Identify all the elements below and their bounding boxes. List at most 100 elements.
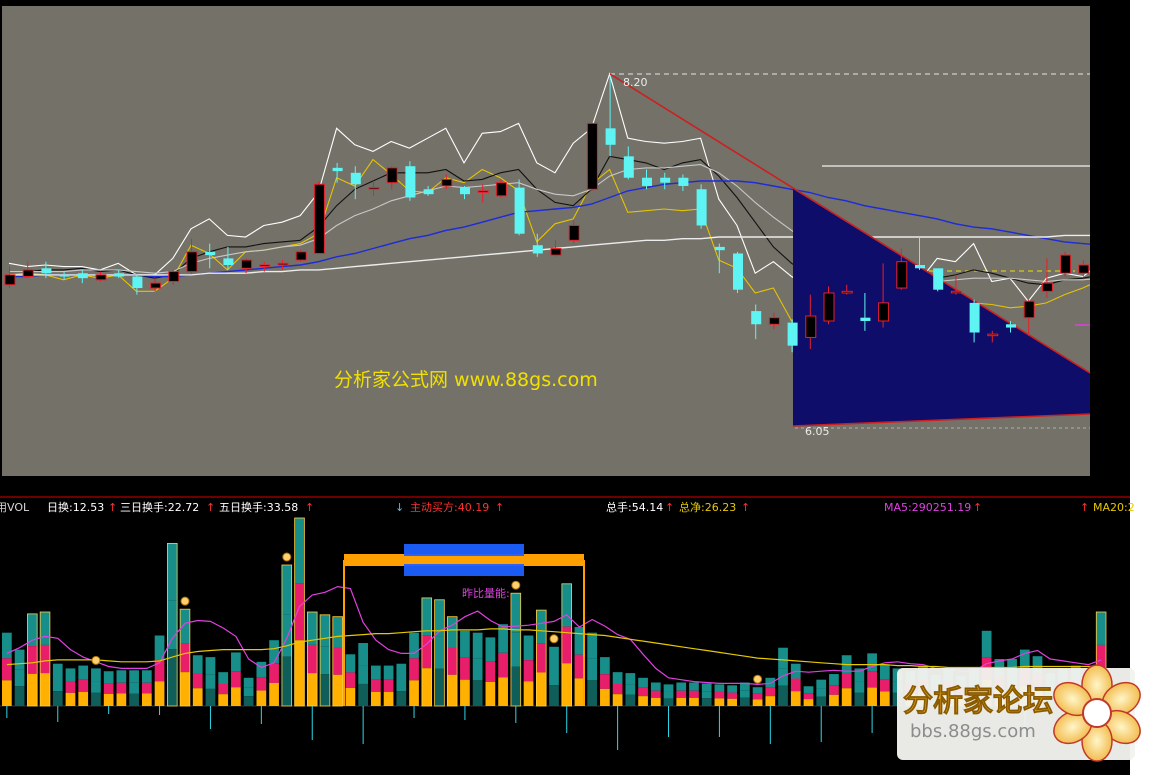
- volume-bar-segment: [91, 668, 101, 682]
- volume-bar-segment: [549, 685, 559, 706]
- hand-marker-icon: [180, 596, 190, 606]
- svg-text:↑: ↑: [1080, 501, 1089, 514]
- volume-bar: [421, 597, 433, 707]
- volume-bar: [778, 647, 788, 706]
- volume-bar-segment: [676, 697, 687, 706]
- volume-bar-segment: [600, 674, 610, 689]
- candle: [405, 161, 416, 201]
- volume-bar-segment: [345, 672, 356, 688]
- candle-body: [751, 311, 762, 325]
- volume-bar-segment: [116, 670, 127, 683]
- volume-bar: [383, 665, 394, 706]
- candle-body: [460, 187, 470, 195]
- volume-bar: [294, 517, 305, 707]
- volume-bar-segment: [778, 668, 788, 686]
- volume-bar-segment: [320, 646, 330, 675]
- volume-bar-segment: [129, 670, 139, 683]
- volume-bar-segment: [409, 658, 419, 681]
- volume-bar: [141, 670, 152, 706]
- volume-bar-segment: [740, 697, 750, 706]
- candle-body: [41, 268, 52, 274]
- volume-bar-segment: [650, 690, 661, 698]
- volume-bar-segment: [765, 696, 776, 706]
- candle-body: [168, 271, 180, 282]
- volume-bar-segment: [256, 677, 267, 691]
- volume-bar: [498, 624, 508, 706]
- volume-bar-segment: [879, 664, 890, 680]
- volume-bar-segment: [867, 687, 877, 706]
- volume-bar-segment: [790, 678, 801, 692]
- volume-bar-segment: [803, 693, 814, 700]
- volume-bar-segment: [854, 692, 865, 706]
- volume-bar-segment: [879, 679, 890, 692]
- volume-bar-segment: [294, 640, 305, 706]
- volume-bar-segment: [625, 673, 636, 685]
- candle-body: [514, 187, 525, 234]
- volume-bar-segment: [625, 684, 636, 695]
- volume-bar-segment: [829, 694, 839, 706]
- volume-bar-segment: [78, 691, 89, 706]
- volume-bar-segment: [701, 691, 712, 699]
- candle-body: [386, 167, 398, 184]
- candle-body: [350, 172, 361, 185]
- volume-bar: [549, 646, 559, 706]
- candle-body: [223, 258, 234, 265]
- volume-bar-segment: [358, 665, 368, 684]
- volume-bar: [727, 685, 737, 706]
- candle-body: [1060, 254, 1072, 274]
- volume-bar: [485, 637, 496, 706]
- volume-bar-segment: [867, 671, 877, 688]
- candle-body: [277, 262, 289, 266]
- svg-text:↑: ↑: [305, 501, 314, 514]
- volume-bar-segment: [205, 674, 216, 689]
- volume-bar-segment: [14, 669, 25, 687]
- volume-bar: [65, 668, 76, 706]
- volume-bar-segment: [638, 677, 648, 688]
- volume-bar-segment: [409, 632, 419, 659]
- volume-bar: [536, 609, 547, 707]
- volume-bar-segment: [625, 694, 636, 706]
- volume-bar-segment: [307, 644, 318, 674]
- volume-bar: [574, 627, 585, 706]
- legend-ma5: MA5:290251.19: [884, 501, 971, 514]
- hand-marker-icon: [549, 634, 559, 644]
- volume-bar-segment: [269, 640, 279, 664]
- volume-bar: [129, 670, 139, 706]
- candle-body: [623, 156, 634, 178]
- volume-bar: [39, 611, 51, 707]
- volume-bar-segment: [701, 698, 712, 706]
- volume-bar: [510, 592, 522, 723]
- volume-bar-segment: [829, 685, 839, 695]
- candle-body: [550, 248, 562, 256]
- candle-body: [186, 251, 198, 273]
- volume-bar-segment: [103, 683, 114, 694]
- volume-bar-segment: [612, 684, 623, 695]
- volume-bar-segment: [231, 687, 241, 706]
- volume-bar: [116, 670, 127, 706]
- volume-bar-segment: [561, 663, 572, 706]
- candle-body: [150, 282, 162, 289]
- volume-bar-segment: [78, 679, 89, 692]
- volume-bar-segment: [116, 682, 127, 694]
- volume-bar-segment: [40, 644, 50, 674]
- volume-bar-segment: [510, 666, 521, 706]
- volume-bar: [472, 632, 483, 706]
- volume-bar-segment: [829, 674, 839, 686]
- candle-body: [1023, 300, 1035, 319]
- volume-bar-segment: [256, 661, 267, 678]
- low-price-label: 6.05: [805, 425, 830, 438]
- volume-bar-segment: [689, 690, 699, 698]
- legend-day-turnover: 日换:12.53: [47, 500, 104, 514]
- candle-body: [59, 274, 70, 277]
- volume-bar-segment: [612, 672, 623, 685]
- candle: [295, 250, 307, 262]
- volume-bar-segment: [447, 616, 458, 648]
- volume-bar-segment: [383, 691, 394, 706]
- candle-body: [841, 290, 853, 294]
- volume-bar-segment: [180, 643, 190, 673]
- volume-bar-segment: [281, 656, 292, 706]
- volume-bar-segment: [320, 674, 330, 706]
- volume-bar-segment: [612, 694, 623, 706]
- volume-bar-segment: [879, 691, 890, 706]
- volume-bar-segment: [434, 668, 445, 706]
